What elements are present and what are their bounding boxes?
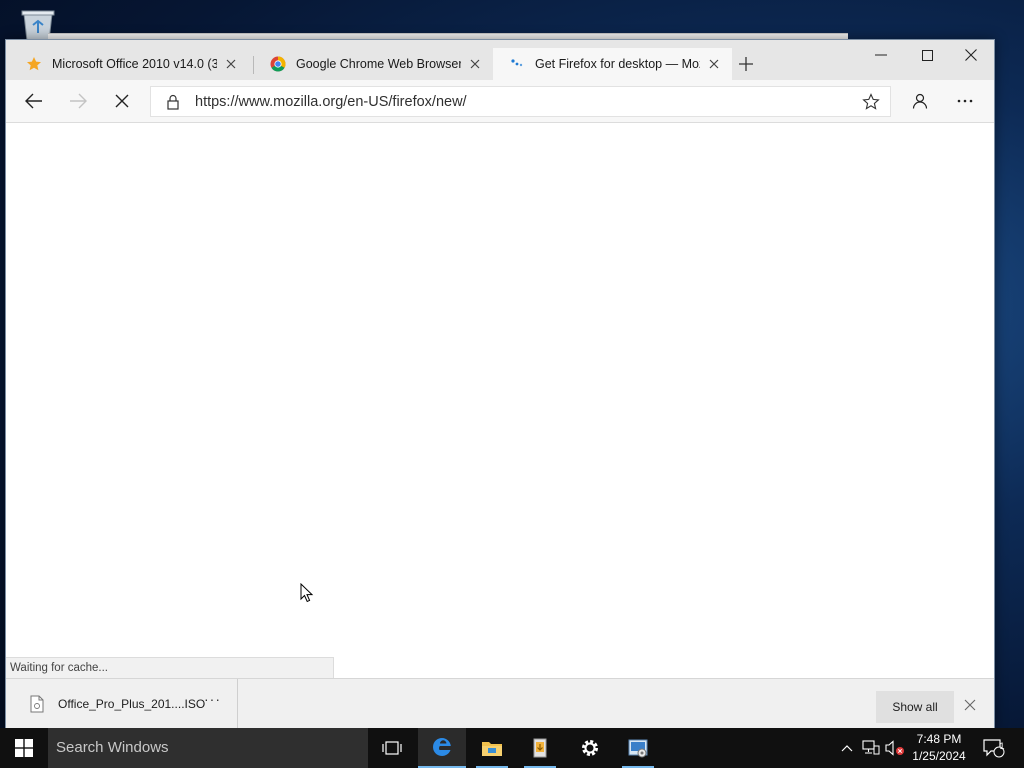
file-icon bbox=[30, 695, 44, 713]
network-tray-button[interactable] bbox=[860, 728, 882, 768]
tab-title: Google Chrome Web Browser bbox=[296, 57, 461, 71]
edge-icon bbox=[433, 738, 451, 756]
tab-title: Microsoft Office 2010 v14.0 (32/64 bit) bbox=[52, 57, 217, 71]
control-panel-icon bbox=[628, 739, 648, 758]
stop-loading-button[interactable] bbox=[105, 85, 139, 117]
maximize-button[interactable] bbox=[904, 40, 950, 70]
folder-icon bbox=[482, 742, 502, 756]
close-tab-icon[interactable] bbox=[467, 56, 483, 72]
loading-spinner-icon bbox=[509, 56, 525, 72]
notification-count: 1 bbox=[999, 741, 1005, 751]
stop-icon bbox=[115, 94, 129, 108]
volume-tray-button[interactable] bbox=[884, 728, 906, 768]
taskbar-installer-button[interactable] bbox=[516, 728, 564, 768]
arrow-left-icon bbox=[25, 93, 42, 109]
profile-button[interactable] bbox=[903, 85, 937, 117]
new-tab-button[interactable] bbox=[734, 52, 758, 76]
tab-strip: Microsoft Office 2010 v14.0 (32/64 bit) … bbox=[6, 40, 994, 80]
navigation-bar: https://www.mozilla.org/en-US/firefox/ne… bbox=[6, 80, 994, 123]
task-view-icon bbox=[382, 741, 402, 755]
address-url: https://www.mozilla.org/en-US/firefox/ne… bbox=[195, 94, 467, 110]
settings-more-button[interactable] bbox=[948, 85, 982, 117]
clock-time: 7:48 PM bbox=[916, 732, 962, 746]
taskbar-edge-button[interactable] bbox=[418, 728, 466, 768]
taskbar-search-box[interactable]: Search Windows bbox=[48, 728, 368, 768]
task-view-button[interactable] bbox=[368, 728, 416, 768]
show-hidden-icons-button[interactable] bbox=[836, 728, 858, 768]
close-icon bbox=[965, 49, 977, 61]
minimize-icon bbox=[875, 54, 887, 56]
favorite-star-icon[interactable] bbox=[862, 93, 880, 111]
start-button[interactable] bbox=[0, 728, 48, 768]
more-dots-icon bbox=[957, 99, 973, 103]
chrome-icon bbox=[270, 56, 286, 72]
lock-icon bbox=[165, 94, 181, 110]
close-tab-icon[interactable] bbox=[706, 56, 722, 72]
gear-icon bbox=[582, 740, 598, 756]
download-more-options-button[interactable]: ··· bbox=[204, 691, 224, 707]
maximize-icon bbox=[921, 49, 933, 61]
mouse-cursor-icon bbox=[300, 582, 314, 603]
tab-office-2010[interactable]: Microsoft Office 2010 v14.0 (32/64 bit) bbox=[10, 48, 249, 80]
person-icon bbox=[912, 93, 928, 109]
download-item[interactable]: Office_Pro_Plus_201....ISO ··· bbox=[6, 679, 238, 728]
show-all-downloads-button[interactable]: Show all bbox=[876, 691, 954, 723]
downloads-bar: Office_Pro_Plus_201....ISO ··· Show all bbox=[6, 678, 994, 728]
minimize-button[interactable] bbox=[858, 40, 904, 70]
status-bar: Waiting for cache... bbox=[6, 657, 334, 679]
close-downloads-bar-icon[interactable] bbox=[964, 699, 980, 715]
page-content[interactable] bbox=[6, 123, 994, 678]
edge-browser-window: Microsoft Office 2010 v14.0 (32/64 bit) … bbox=[5, 39, 995, 729]
close-tab-icon[interactable] bbox=[223, 56, 239, 72]
taskbar-file-explorer-button[interactable] bbox=[468, 728, 516, 768]
volume-muted-icon bbox=[885, 740, 904, 756]
tab-google-chrome[interactable]: Google Chrome Web Browser bbox=[254, 48, 493, 80]
forward-button[interactable] bbox=[61, 85, 95, 117]
clock-date: 1/25/2024 bbox=[912, 749, 966, 763]
network-icon bbox=[862, 740, 880, 755]
taskbar-clock[interactable]: 7:48 PM 1/25/2024 bbox=[906, 731, 972, 765]
action-center-button[interactable]: 1 bbox=[980, 728, 1008, 768]
taskbar: Search Windows 7:48 PM 1/25/2024 1 bbox=[0, 728, 1024, 768]
close-window-button[interactable] bbox=[948, 40, 994, 70]
plus-icon bbox=[739, 57, 753, 71]
chevron-up-icon bbox=[841, 745, 853, 752]
arrow-right-icon bbox=[70, 93, 87, 109]
tab-get-firefox[interactable]: Get Firefox for desktop — Mozilla bbox=[493, 48, 732, 80]
address-bar[interactable]: https://www.mozilla.org/en-US/firefox/ne… bbox=[150, 86, 891, 117]
download-file-name: Office_Pro_Plus_201....ISO bbox=[58, 697, 206, 711]
back-button[interactable] bbox=[17, 85, 51, 117]
star-icon bbox=[26, 56, 42, 72]
windows-logo-icon bbox=[15, 739, 33, 757]
tab-title: Get Firefox for desktop — Mozilla bbox=[535, 57, 700, 71]
taskbar-settings-button[interactable] bbox=[566, 728, 614, 768]
taskbar-control-panel-button[interactable] bbox=[614, 728, 662, 768]
installer-package-icon bbox=[533, 738, 547, 758]
